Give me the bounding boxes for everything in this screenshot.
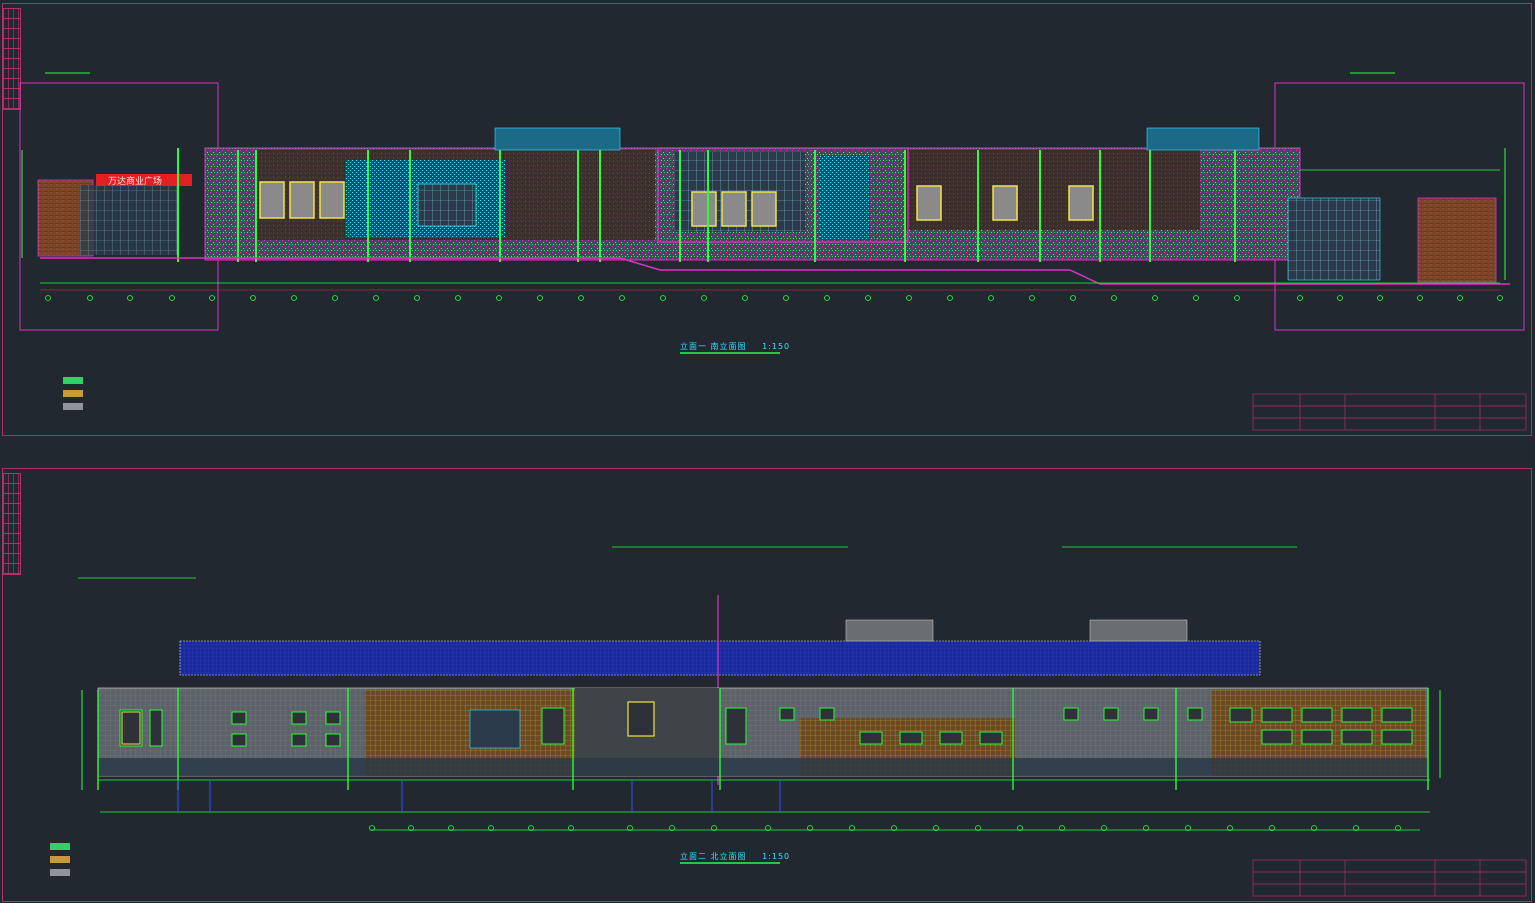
north-elevation-scale: 1:150 <box>762 852 791 861</box>
legend-swatch-gray-2 <box>50 869 70 876</box>
legend-swatch-brown-2 <box>50 856 70 863</box>
legend-swatch-green-2 <box>50 843 70 850</box>
north-caption-underline <box>680 862 780 864</box>
north-elevation-caption: 立面二 北立面图 1:150 <box>680 851 790 862</box>
north-elevation-title: 立面二 北立面图 <box>680 852 747 861</box>
north-legend <box>50 843 70 882</box>
north-elevation-drawing[interactable] <box>0 0 1535 903</box>
